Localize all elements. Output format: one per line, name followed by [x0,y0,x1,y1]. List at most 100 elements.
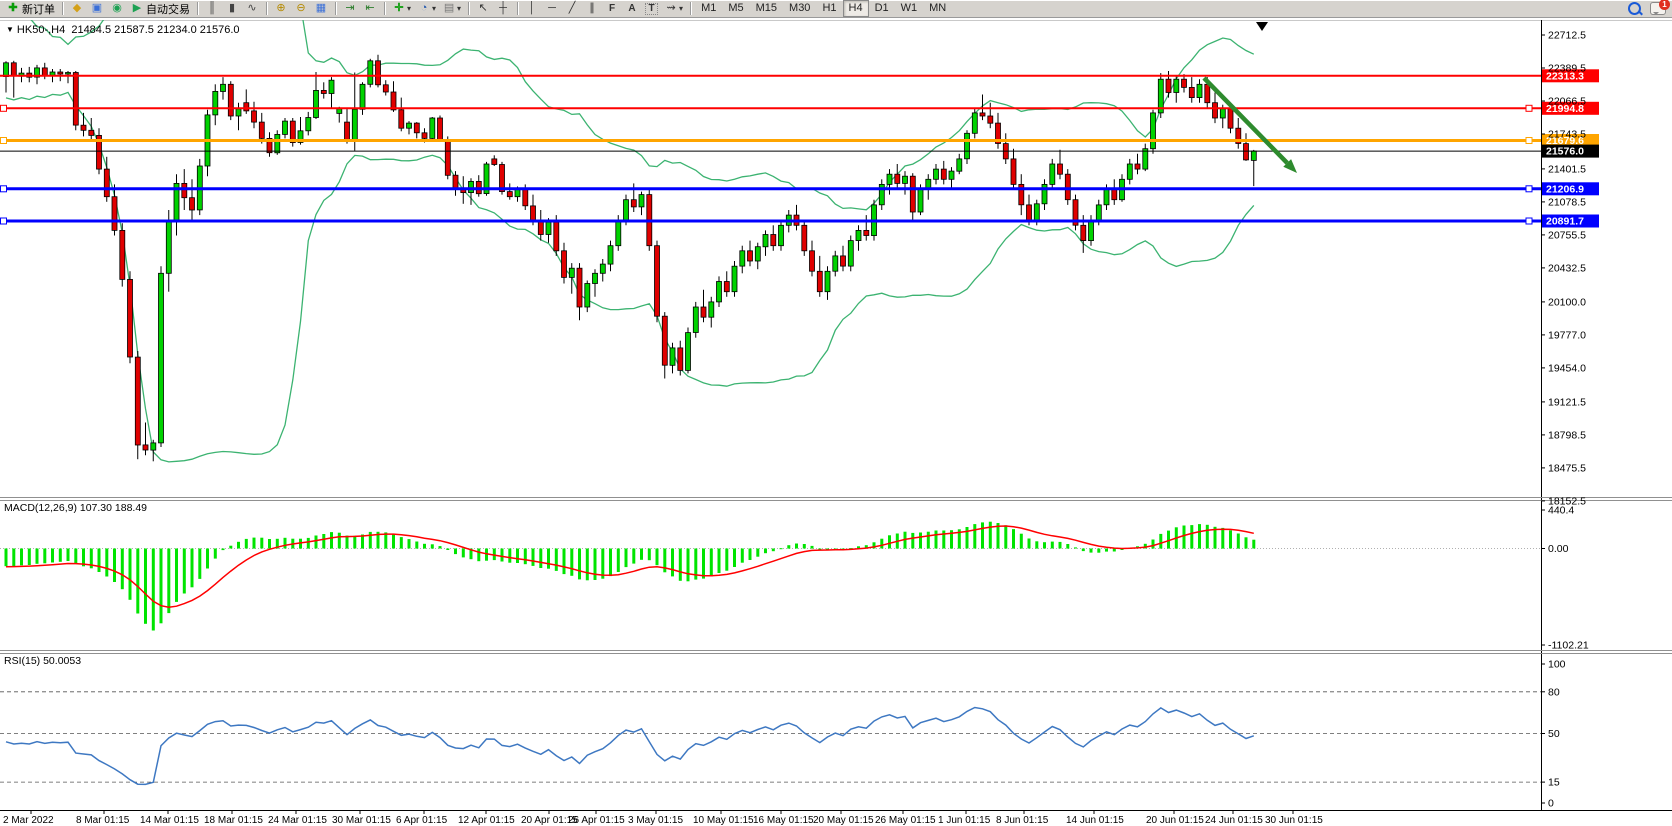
timeframe-h4-button[interactable]: H4 [843,0,869,17]
timeframe-w1-button[interactable]: W1 [895,0,924,17]
trendline-button[interactable]: ╱ [562,0,582,17]
timeframe-m15-button[interactable]: M15 [750,0,783,17]
line-handle[interactable] [1526,186,1532,192]
toolbar-right-tools: 1 [1628,1,1666,16]
indicators-icon: ✛ [392,2,406,15]
chart-title: ▼HK50-,H4 21484.5 21587.5 21234.0 21576.… [6,24,240,36]
rsi-tick-label: 100 [1548,659,1566,671]
time-tick-label: 30 Mar 01:15 [332,815,391,826]
price-tick-label: 21078.5 [1548,196,1586,208]
open-chart-button[interactable]: ◆ [67,0,87,17]
tile-windows-button[interactable]: ▦ [311,0,331,17]
timeframe-m1-button[interactable]: M1 [695,0,722,17]
timeframe-mn-button[interactable]: MN [923,0,952,17]
text-button[interactable]: A [622,0,642,17]
price-tick-label: 19777.0 [1548,329,1586,341]
time-tick-label: 26 Apr 01:15 [568,815,625,826]
svg-text:21206.9: 21206.9 [1546,183,1584,195]
templates-button[interactable]: ▤▾ [439,0,464,17]
terminal-window: ✚新订单◆▣◉▶自动交易║▮∿⊕⊖▦⇥⇤✛▾◔▾▤▾↖┼│─╱∥FAT⇝▾M1M… [0,0,1672,826]
indicators-button[interactable]: ✛▾ [389,0,414,17]
line-handle[interactable] [1526,138,1532,144]
market-watch-button[interactable]: ▣ [87,0,107,17]
channel-icon: ∥ [585,2,599,15]
line-handle[interactable] [1526,105,1532,111]
timeframe-m30-button[interactable]: M30 [783,0,816,17]
macd-histogram [5,522,1256,631]
new-order-icon: ✚ [6,2,20,15]
symbol-dropdown-icon[interactable]: ▼ [6,25,14,34]
chevron-down-icon: ▾ [432,4,436,13]
price-tick-label: 22389.5 [1548,63,1586,75]
chevron-down-icon: ▾ [679,4,683,13]
chart-shift-icon: ⇤ [363,2,377,15]
time-tick-label: 26 May 01:15 [875,815,936,826]
line-chart-icon: ∿ [245,2,259,15]
autotrading-icon: ▶ [130,2,144,15]
line-handle[interactable] [1,186,7,192]
line-chart-button[interactable]: ∿ [242,0,262,17]
zoom-out-button[interactable]: ⊖ [291,0,311,17]
notifications-icon[interactable]: 1 [1650,2,1666,15]
svg-text:20891.7: 20891.7 [1546,216,1584,228]
timeframe-m5-button[interactable]: M5 [722,0,749,17]
price-tick-label: 21401.5 [1548,163,1586,175]
candlestick-chart-button[interactable]: ▮ [222,0,242,17]
zoom-in-icon: ⊕ [274,2,288,15]
periods-button[interactable]: ◔▾ [414,0,439,17]
equidistant-channel-button[interactable]: ∥ [582,0,602,17]
chevron-down-icon: ▾ [457,4,461,13]
line-handle[interactable] [1526,218,1532,224]
line-handle[interactable] [1,138,7,144]
time-tick-label: 12 Apr 01:15 [458,815,515,826]
price-tick-label: 18475.5 [1548,462,1586,474]
crosshair-icon: ┼ [496,2,510,15]
search-icon[interactable] [1628,2,1641,15]
zoom-in-button[interactable]: ⊕ [271,0,291,17]
chart-shift-button[interactable]: ⇤ [360,0,380,17]
bar-chart-button[interactable]: ║ [202,0,222,17]
auto-scroll-icon: ⇥ [343,2,357,15]
autotrading-button[interactable]: ▶自动交易 [127,0,193,17]
chart-canvas[interactable]: 22313.321994.821679.621576.021206.920891… [0,0,1672,826]
chart-window-icon: ◆ [70,2,84,15]
vertical-line-button[interactable]: │ [522,0,542,17]
price-tick-label: 19121.5 [1548,396,1586,408]
timeframe-h1-button[interactable]: H1 [816,0,842,17]
macd-tick-label: 0.00 [1548,543,1569,555]
svg-text:21576.0: 21576.0 [1546,146,1584,158]
rsi-line-layer [6,708,1254,785]
cursor-button[interactable]: ↖ [473,0,493,17]
data-window-button[interactable]: ◉ [107,0,127,17]
chart-title-text: HK50-,H4 21484.5 21587.5 21234.0 21576.0 [17,24,240,36]
price-tick-label: 22712.5 [1548,30,1586,42]
macd-indicator-label: MACD(12,26,9) 107.30 188.49 [4,502,147,514]
time-tick-label: 24 Jun 01:15 [1205,815,1263,826]
fibonacci-button[interactable]: F [602,0,622,17]
new-order-button[interactable]: ✚新订单 [3,0,58,17]
price-tick-label: 18798.5 [1548,429,1586,441]
text-icon: A [625,2,639,15]
rsi-tick-label: 0 [1548,798,1554,810]
line-handle[interactable] [1,105,7,111]
toolbar-separator [690,2,691,15]
text-label-button[interactable]: T [642,0,661,17]
bar-chart-icon: ║ [205,2,219,15]
horizontal-line-button[interactable]: ─ [542,0,562,17]
arrows-button[interactable]: ⇝▾ [661,0,686,17]
timeframe-d1-button[interactable]: D1 [869,0,895,17]
crosshair-button[interactable]: ┼ [493,0,513,17]
chevron-down-icon: ▾ [407,4,411,13]
cursor-icon: ↖ [476,2,490,15]
fibonacci-icon: F [605,2,619,15]
periods-icon: ◔ [417,2,431,15]
arrows-icon: ⇝ [664,2,678,15]
time-tick-label: 6 Apr 01:15 [396,815,448,826]
price-tick-label: 20755.5 [1548,229,1586,241]
rsi-tick-label: 50 [1548,728,1560,740]
line-handle[interactable] [1,218,7,224]
time-tick-label: 18 Mar 01:15 [204,815,263,826]
trendline-icon: ╱ [565,2,579,15]
time-tick-label: 14 Mar 01:15 [140,815,199,826]
auto-scroll-button[interactable]: ⇥ [340,0,360,17]
